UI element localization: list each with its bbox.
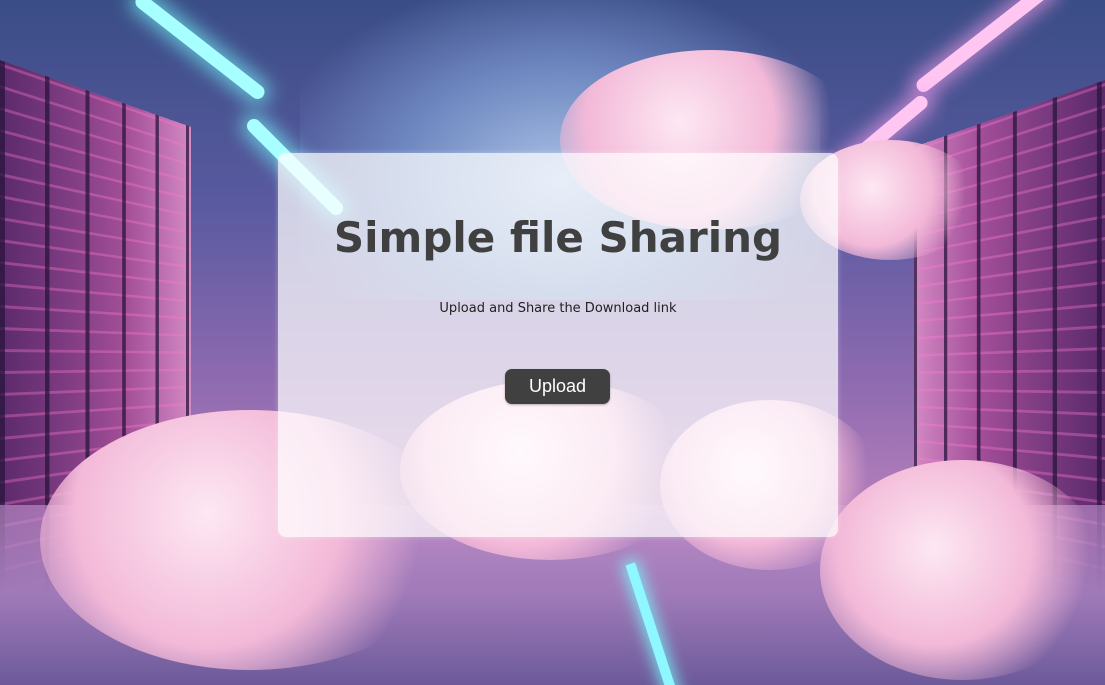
upload-button[interactable]: Upload bbox=[505, 369, 610, 404]
neon-light-left bbox=[132, 0, 268, 102]
upload-card: Simple file Sharing Upload and Share the… bbox=[278, 153, 838, 537]
page-subtitle: Upload and Share the Download link bbox=[439, 301, 677, 316]
neon-light-right bbox=[913, 0, 1057, 95]
page: Simple file Sharing Upload and Share the… bbox=[0, 0, 1105, 685]
page-title: Simple file Sharing bbox=[333, 213, 783, 262]
